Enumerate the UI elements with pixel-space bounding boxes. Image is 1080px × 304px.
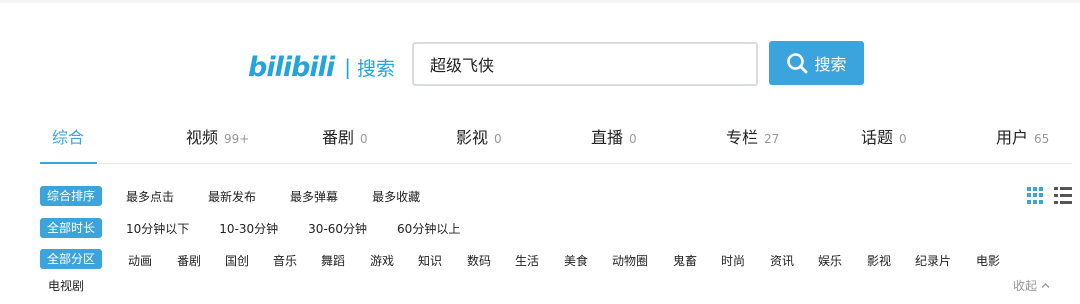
order-option[interactable]: 最多点击 [126, 188, 174, 205]
search-button[interactable]: 搜索 [769, 41, 864, 85]
tab-article[interactable]: 专栏 27 [726, 124, 779, 152]
tab-bangumi[interactable]: 番剧 0 [322, 124, 368, 152]
order-option[interactable]: 最多弹幕 [290, 188, 338, 205]
duration-option[interactable]: 10分钟以下 [126, 220, 189, 237]
tab-label: 视频 [186, 128, 219, 147]
tab-count: 27 [764, 132, 780, 146]
search-input[interactable] [414, 44, 756, 84]
tab-label: 专栏 [726, 128, 759, 147]
duration-option[interactable]: 30-60分钟 [308, 220, 367, 237]
category-option[interactable]: 知识 [418, 252, 442, 269]
category-option[interactable]: 动画 [128, 252, 152, 269]
category-option[interactable]: 纪录片 [915, 252, 951, 269]
chevron-up-icon [1041, 281, 1050, 290]
tab-movie-tv[interactable]: 影视 0 [456, 124, 502, 152]
tab-topic[interactable]: 话题 0 [861, 124, 907, 152]
category-option[interactable]: 影视 [867, 252, 891, 269]
category-option[interactable]: 舞蹈 [321, 252, 345, 269]
tab-count: 0 [360, 132, 368, 146]
duration-option[interactable]: 60分钟以上 [397, 220, 460, 237]
active-tab-indicator [40, 162, 97, 164]
tab-count: 65 [1034, 132, 1050, 146]
result-type-tabs: 综合 视频 99+ 番剧 0 影视 0 直播 0 专栏 27 话题 0 用户 6… [40, 112, 1072, 164]
search-box[interactable] [412, 42, 758, 86]
order-filter-row: 综合排序 最多点击 最新发布 最多弹幕 最多收藏 [40, 185, 420, 207]
order-option[interactable]: 最新发布 [208, 188, 256, 205]
list-view-icon[interactable] [1054, 187, 1072, 204]
category-option[interactable]: 数码 [467, 252, 491, 269]
category-option[interactable]: 游戏 [370, 252, 394, 269]
tab-all[interactable]: 综合 [52, 124, 84, 152]
logo-wordmark: bilibili [248, 51, 335, 83]
category-option[interactable]: 资讯 [770, 252, 794, 269]
tab-label: 影视 [456, 128, 489, 147]
search-button-label: 搜索 [814, 55, 847, 74]
tab-user[interactable]: 用户 65 [996, 124, 1049, 152]
category-option[interactable]: 国创 [225, 252, 249, 269]
category-filter-active[interactable]: 全部分区 [40, 249, 103, 269]
category-option[interactable]: 美食 [564, 252, 588, 269]
order-filter-active[interactable]: 综合排序 [40, 186, 103, 206]
top-divider [0, 0, 1080, 3]
category-option[interactable]: 娱乐 [818, 252, 842, 269]
duration-option[interactable]: 10-30分钟 [219, 220, 278, 237]
logo-subtitle: 搜索 [356, 57, 395, 80]
tab-label: 用户 [996, 128, 1029, 147]
category-option[interactable]: 番剧 [177, 252, 201, 269]
category-option[interactable]: 音乐 [273, 252, 297, 269]
category-option[interactable]: 电视剧 [48, 277, 84, 294]
magnifier-icon [786, 52, 808, 74]
logo-separator: | [344, 55, 351, 79]
collapse-filters-button[interactable]: 收起 [1013, 277, 1050, 294]
tab-live[interactable]: 直播 0 [591, 124, 637, 152]
grid-view-icon[interactable] [1027, 187, 1044, 204]
tab-label: 综合 [52, 128, 85, 147]
tab-video[interactable]: 视频 99+ [186, 124, 249, 152]
category-option[interactable]: 电影 [976, 252, 1000, 269]
tab-label: 直播 [591, 128, 624, 147]
category-option[interactable]: 动物圈 [612, 252, 648, 269]
category-option[interactable]: 生活 [515, 252, 539, 269]
category-option[interactable]: 时尚 [721, 252, 745, 269]
order-option[interactable]: 最多收藏 [372, 188, 420, 205]
duration-filter-active[interactable]: 全部时长 [40, 218, 103, 238]
tab-label: 话题 [861, 128, 894, 147]
tab-count: 0 [899, 132, 907, 146]
duration-filter-row: 全部时长 10分钟以下 10-30分钟 30-60分钟 60分钟以上 [40, 217, 460, 239]
tab-label: 番剧 [322, 128, 355, 147]
tab-count: 0 [494, 132, 502, 146]
collapse-label: 收起 [1013, 279, 1038, 293]
bilibili-logo[interactable]: bilibili | 搜索 [248, 49, 395, 85]
category-option[interactable]: 鬼畜 [673, 252, 697, 269]
tab-count: 99+ [224, 132, 250, 146]
tab-count: 0 [629, 132, 637, 146]
category-filter-row: 全部分区 [40, 248, 103, 270]
